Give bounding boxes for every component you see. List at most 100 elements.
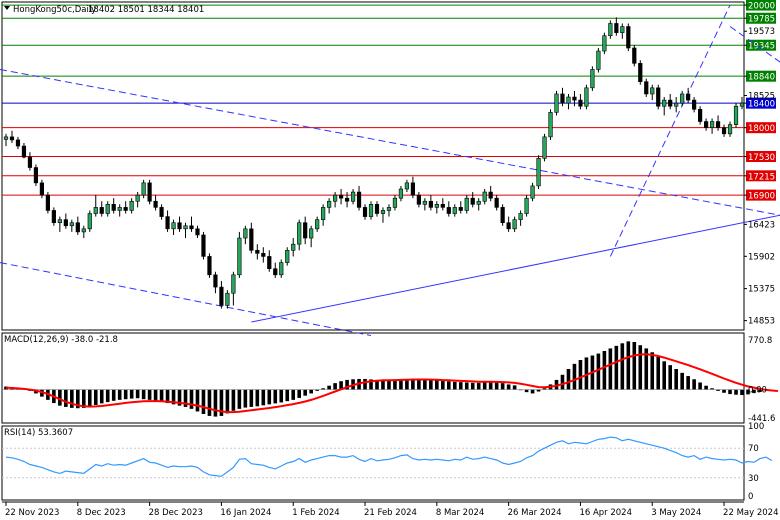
candle-up <box>404 182 410 190</box>
candle-down <box>207 256 212 276</box>
candle-down <box>356 191 362 208</box>
macd-bar <box>363 378 367 390</box>
date-label: 16 Jan 2024 <box>220 508 271 518</box>
macd-bar <box>734 389 738 395</box>
macd-bar <box>117 389 122 400</box>
date-label: 3 May 2024 <box>651 508 701 518</box>
macd-bar <box>381 380 385 390</box>
macd-bar <box>698 382 702 390</box>
macd-bar <box>446 381 451 390</box>
macd-signal-line <box>5 353 778 414</box>
macd-bar <box>464 382 469 390</box>
candle-down <box>15 139 21 147</box>
candle-up <box>171 222 176 230</box>
candle-up <box>482 191 487 202</box>
candle-down <box>698 108 703 122</box>
candle-down <box>213 274 218 288</box>
candle-up <box>135 194 140 202</box>
candle-down <box>201 234 206 257</box>
candle-down <box>338 194 344 199</box>
macd-bar <box>429 379 433 390</box>
date-label: 16 Apr 2024 <box>579 508 632 518</box>
macd-bar <box>452 381 457 390</box>
candle-up <box>183 225 188 230</box>
candle-down <box>9 136 15 141</box>
macd-bar <box>87 389 92 407</box>
macd-bar <box>650 352 655 390</box>
ohlc-label: 18402 18501 18344 18401 <box>88 5 204 15</box>
macd-bar <box>578 360 583 390</box>
candle-up <box>566 96 571 104</box>
candle-up <box>518 213 523 220</box>
date-label: 22 Nov 2023 <box>5 508 59 518</box>
macd-bar <box>476 382 481 390</box>
macd-bar <box>680 372 684 390</box>
candle-up <box>674 102 679 107</box>
macd-bar <box>243 389 248 408</box>
candle-up <box>231 274 236 294</box>
macd-bar <box>656 356 661 390</box>
macd-bar <box>458 382 463 390</box>
candle-down <box>45 194 50 211</box>
macd-bar <box>207 389 212 416</box>
macd-bar <box>596 353 601 390</box>
macd-bar <box>668 365 672 390</box>
candle-down <box>261 253 266 257</box>
candle-down <box>703 121 709 128</box>
candle-down <box>458 207 463 211</box>
date-label: 21 Feb 2024 <box>364 508 417 518</box>
rsi-tick-label: 70 <box>748 444 759 454</box>
price-tick-label: 15902 <box>748 252 775 262</box>
candle-up <box>536 158 541 187</box>
macd-bar <box>674 369 678 390</box>
macd-bar <box>686 376 690 390</box>
candle-up <box>69 222 74 227</box>
candle-up <box>386 207 392 211</box>
symbol-dropdown-icon[interactable] <box>4 6 10 10</box>
macd-bar <box>135 389 140 399</box>
candle-down <box>159 207 164 217</box>
macd-bar <box>435 380 439 390</box>
candle-down <box>410 182 415 196</box>
macd-bar <box>500 383 505 390</box>
candle-up <box>105 204 110 214</box>
candle-up <box>129 200 134 211</box>
candle-down <box>470 197 475 205</box>
candle-up <box>321 207 326 220</box>
candle-down <box>362 207 368 217</box>
candle-down <box>374 204 380 214</box>
candle-down <box>33 167 39 184</box>
candle-down <box>303 222 308 239</box>
level-label-17215: 17215 <box>748 172 775 182</box>
level-label-19785: 19785 <box>748 15 775 25</box>
price-tick-label: 15375 <box>748 285 775 295</box>
macd-tick-label: 770.8 <box>748 336 772 346</box>
candle-down <box>267 256 272 269</box>
candle-up <box>368 204 374 217</box>
macd-bar <box>494 382 499 390</box>
macd-bar <box>572 363 577 390</box>
macd-bar <box>159 389 164 402</box>
candle-up <box>3 136 9 140</box>
macd-bar <box>423 379 427 390</box>
candle-up <box>315 219 320 230</box>
trendlines <box>0 4 780 337</box>
candle-down <box>692 99 697 110</box>
macd-bar <box>728 389 732 395</box>
candle-up <box>225 292 230 306</box>
level-label-18840: 18840 <box>748 73 775 83</box>
candle-up <box>279 262 284 276</box>
candle-up <box>476 200 481 205</box>
date-label: 28 Dec 2023 <box>149 508 203 518</box>
candle-down <box>63 219 68 227</box>
candle-down <box>506 222 511 230</box>
candle-down <box>428 200 433 208</box>
macd-bar <box>213 389 218 417</box>
rsi-line <box>5 436 773 477</box>
macd-bar <box>662 361 667 390</box>
candle-down <box>632 47 637 64</box>
candle-up <box>141 182 146 196</box>
candle-up <box>590 69 595 89</box>
macd-bar <box>704 385 708 390</box>
macd-bar <box>249 389 254 407</box>
